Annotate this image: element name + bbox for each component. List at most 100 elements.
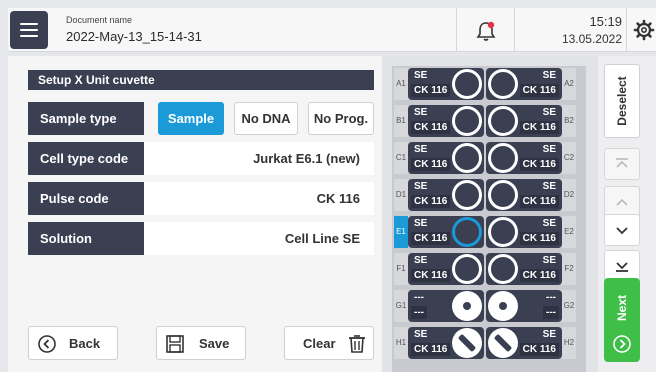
- well-body[interactable]: SE CK 116: [408, 68, 484, 100]
- well-position-label: A2: [562, 68, 576, 100]
- well-pulse-text: CK 116: [411, 232, 451, 245]
- pulse-code-label: Pulse code: [28, 182, 144, 215]
- well-position-label: C1: [394, 142, 408, 174]
- well-position-label: E1: [394, 216, 408, 248]
- solution-label: Solution: [28, 222, 144, 255]
- clear-button[interactable]: Clear: [284, 326, 374, 360]
- pulse-code-row[interactable]: Pulse code CK 116: [28, 182, 374, 215]
- header-divider: [626, 8, 627, 52]
- sample-option-button[interactable]: Sample: [158, 102, 224, 135]
- well-dot: [499, 302, 507, 310]
- well-body[interactable]: SE CK 116: [486, 68, 562, 100]
- well-body[interactable]: SE CK 116: [408, 105, 484, 137]
- cuvette-well-a2[interactable]: A2 SE CK 116: [486, 68, 576, 100]
- up-icon: [616, 198, 628, 206]
- well-pulse-text: CK 116: [519, 121, 559, 134]
- header-divider: [456, 8, 457, 52]
- well-ring-icon: [488, 217, 518, 247]
- well-pulse-text: CK 116: [519, 269, 559, 282]
- cuvette-well-e2[interactable]: E2 SE CK 116: [486, 216, 576, 248]
- cell-type-label: Cell type code: [28, 142, 144, 175]
- well-body[interactable]: --- ---: [408, 290, 484, 322]
- well-solution-text: ---: [414, 292, 424, 303]
- sample-type-label: Sample type: [28, 102, 144, 135]
- empty-well-icon: [488, 291, 518, 321]
- gear-icon[interactable]: [633, 19, 655, 41]
- well-position-label: E2: [562, 216, 576, 248]
- well-pulse-text: CK 116: [519, 232, 559, 245]
- solution-row[interactable]: Solution Cell Line SE: [28, 222, 374, 255]
- cuvette-well-h1[interactable]: H1 SE CK 116: [394, 327, 484, 359]
- cuvette-well-h2[interactable]: H2 SE CK 116: [486, 327, 576, 359]
- cuvette-well-g1[interactable]: G1 --- ---: [394, 290, 484, 322]
- document-name[interactable]: 2022-May-13_15-14-31: [66, 29, 202, 44]
- cuvette-well-f2[interactable]: F2 SE CK 116: [486, 253, 576, 285]
- well-slash: [457, 333, 477, 353]
- cell-type-value[interactable]: Jurkat E6.1 (new): [144, 142, 374, 175]
- well-pulse-text: CK 116: [411, 84, 451, 97]
- save-button[interactable]: Save: [156, 326, 246, 360]
- empty-well-icon: [452, 291, 482, 321]
- well-ring-icon: [452, 106, 482, 136]
- well-body[interactable]: SE CK 116: [486, 253, 562, 285]
- cuvette-well-f1[interactable]: F1 SE CK 116: [394, 253, 484, 285]
- cuvette-well-g2[interactable]: G2 --- ---: [486, 290, 576, 322]
- cuvette-well-b2[interactable]: B2 SE CK 116: [486, 105, 576, 137]
- well-ring-icon: [452, 254, 482, 284]
- pulse-code-value[interactable]: CK 116: [144, 182, 374, 215]
- well-ring-icon: [488, 254, 518, 284]
- well-pulse-text: CK 116: [411, 121, 451, 134]
- cuvette-well-d1[interactable]: D1 SE CK 116: [394, 179, 484, 211]
- hamburger-icon: [20, 23, 38, 25]
- header-bar: Document name 2022-May-13_15-14-31 15:19…: [8, 8, 656, 52]
- cuvette-well-c1[interactable]: C1 SE CK 116: [394, 142, 484, 174]
- cuvette-well-c2[interactable]: C2 SE CK 116: [486, 142, 576, 174]
- well-position-label: B2: [562, 105, 576, 137]
- cuvette-well-d2[interactable]: D2 SE CK 116: [486, 179, 576, 211]
- well-body[interactable]: SE CK 116: [408, 142, 484, 174]
- clock-date: 13.05.2022: [561, 32, 622, 46]
- header-divider: [514, 8, 515, 52]
- well-body[interactable]: SE CK 116: [408, 253, 484, 285]
- solution-value[interactable]: Cell Line SE: [144, 222, 374, 255]
- well-body[interactable]: --- ---: [486, 290, 562, 322]
- well-solution-text: SE: [542, 70, 556, 81]
- well-body[interactable]: SE CK 116: [486, 327, 562, 359]
- well-body[interactable]: SE CK 116: [408, 179, 484, 211]
- back-label: Back: [69, 336, 101, 351]
- no-dna-option-button[interactable]: No DNA: [234, 102, 298, 135]
- back-arrow-icon: [38, 335, 56, 353]
- well-dot: [463, 302, 471, 310]
- well-body[interactable]: SE CK 116: [408, 216, 484, 248]
- well-slash: [493, 333, 513, 353]
- scroll-down-button[interactable]: [604, 214, 640, 246]
- cell-type-row[interactable]: Cell type code Jurkat E6.1 (new): [28, 142, 374, 175]
- well-pulse-text: CK 116: [411, 343, 451, 356]
- alert-dot: [487, 21, 495, 29]
- well-body[interactable]: SE CK 116: [486, 216, 562, 248]
- cuvette-well-a1[interactable]: A1 SE CK 116: [394, 68, 484, 100]
- next-arrow-icon: [613, 335, 631, 353]
- no-prog-option-button[interactable]: No Prog.: [308, 102, 374, 135]
- well-solution-text: SE: [414, 329, 428, 340]
- well-position-label: C2: [562, 142, 576, 174]
- well-pulse-text: CK 116: [411, 269, 451, 282]
- well-body[interactable]: SE CK 116: [408, 327, 484, 359]
- well-body[interactable]: SE CK 116: [486, 142, 562, 174]
- well-solution-text: SE: [542, 218, 556, 229]
- well-body[interactable]: SE CK 116: [486, 105, 562, 137]
- menu-button[interactable]: [10, 11, 48, 49]
- deselect-button[interactable]: Deselect: [604, 64, 640, 138]
- cuvette-well-b1[interactable]: B1 SE CK 116: [394, 105, 484, 137]
- well-solution-text: SE: [414, 218, 428, 229]
- back-button[interactable]: Back: [28, 326, 118, 360]
- next-button[interactable]: Next: [604, 278, 640, 362]
- bell-icon[interactable]: [476, 20, 496, 42]
- cuvette-well-e1[interactable]: E1 SE CK 116: [394, 216, 484, 248]
- double-down-icon: [616, 262, 628, 272]
- well-body[interactable]: SE CK 116: [486, 179, 562, 211]
- scroll-top-button[interactable]: [604, 148, 640, 180]
- clear-label: Clear: [303, 336, 336, 351]
- well-position-label: B1: [394, 105, 408, 137]
- well-ring-icon: [452, 69, 482, 99]
